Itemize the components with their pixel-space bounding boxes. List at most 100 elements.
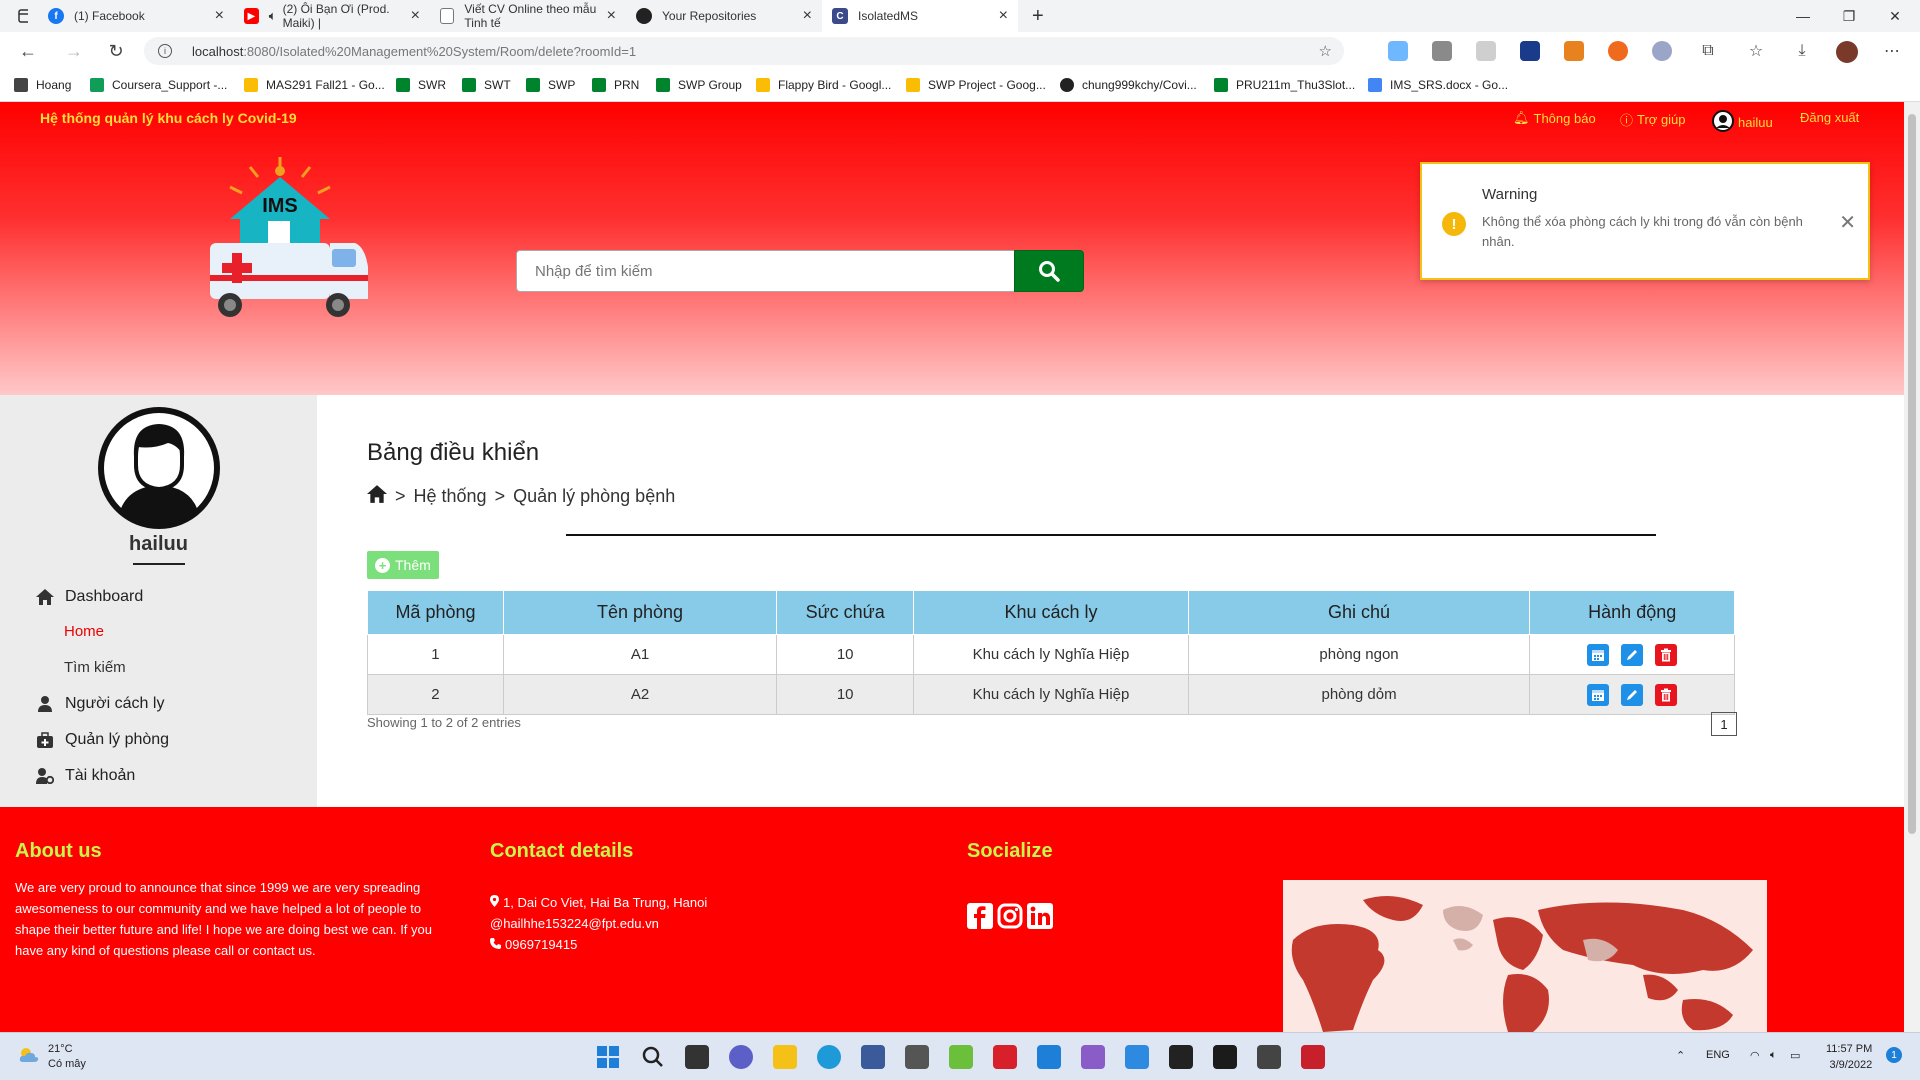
tab-youtube[interactable]: ▶ 🔈︎ (2) Ôi Bạn Ơi (Prod. Maiki) | × [234, 0, 430, 32]
restore-icon[interactable]: ❐ [1826, 0, 1872, 32]
scrollbar-thumb[interactable] [1908, 114, 1916, 834]
notification-badge[interactable]: 1 [1886, 1047, 1902, 1063]
wifi-icon[interactable]: ◠ [1750, 1049, 1760, 1062]
minimize-icon[interactable]: — [1780, 0, 1826, 32]
extension-icon[interactable] [1476, 41, 1496, 61]
profile-avatar[interactable] [1836, 41, 1858, 63]
app-icon[interactable] [949, 1045, 973, 1069]
extension-icon[interactable] [1608, 41, 1628, 61]
pycharm-icon[interactable] [1213, 1045, 1237, 1069]
bookmark-item[interactable]: Flappy Bird - Googl... [756, 78, 891, 92]
help-link[interactable]: ⓘ Trợ giúp [1620, 110, 1686, 129]
close-icon[interactable]: × [803, 7, 812, 25]
pagination-page[interactable]: 1 [1711, 712, 1737, 736]
rider-icon[interactable] [1301, 1045, 1325, 1069]
logout-link[interactable]: Đăng xuất [1800, 110, 1859, 125]
calendar-icon[interactable] [1587, 643, 1610, 666]
sticky-notes-icon[interactable] [1169, 1045, 1193, 1069]
info-icon[interactable]: i [158, 44, 172, 58]
extension-icon[interactable] [1388, 41, 1408, 61]
breadcrumb-item[interactable]: Hệ thống [414, 486, 487, 507]
tray-chevron-icon[interactable]: ⌃ [1676, 1049, 1685, 1062]
window-close-icon[interactable]: ✕ [1872, 0, 1918, 32]
extensions-puzzle-icon[interactable]: ⧉ [1696, 39, 1720, 63]
column-header[interactable]: Khu cách ly [913, 590, 1189, 635]
world-map[interactable] [1283, 880, 1767, 1032]
add-room-button[interactable]: + Thêm [367, 551, 439, 579]
extension-icon[interactable] [1432, 41, 1452, 61]
task-view-icon[interactable] [685, 1045, 709, 1069]
calendar-icon[interactable] [1587, 683, 1610, 706]
edit-pencil-icon[interactable] [1621, 683, 1644, 706]
windows-start-icon[interactable] [596, 1045, 620, 1069]
downloads-icon[interactable]: ⤓ [1790, 39, 1814, 63]
sidebar-item-patients[interactable]: Người cách ly [35, 695, 164, 713]
language-indicator[interactable]: ENG [1706, 1049, 1730, 1061]
file-explorer-icon[interactable] [773, 1045, 797, 1069]
bookmark-item[interactable]: SWP Project - Goog... [906, 78, 1046, 92]
ruby-icon[interactable] [993, 1045, 1017, 1069]
todo-check-icon[interactable] [1125, 1045, 1149, 1069]
edit-pencil-icon[interactable] [1621, 643, 1644, 666]
close-icon[interactable]: × [411, 7, 420, 25]
tab-facebook[interactable]: f (1) Facebook × [38, 0, 234, 32]
instagram-icon[interactable] [997, 903, 1023, 929]
column-header[interactable]: Tên phòng [502, 590, 778, 635]
bookmark-item[interactable]: SWP Group [656, 78, 742, 92]
sidebar-item-dashboard[interactable]: Dashboard [35, 588, 143, 606]
site-brand[interactable]: Hệ thống quản lý khu cách ly Covid-19 [40, 110, 297, 126]
notifications-link[interactable]: 🔔︎ Thông báo [1513, 110, 1596, 126]
home-icon[interactable] [367, 485, 387, 508]
extension-icon[interactable] [1652, 41, 1672, 61]
sidebar-item-search[interactable]: Tìm kiếm [64, 659, 126, 676]
column-header[interactable]: Sức chứa [776, 590, 915, 635]
bookmark-item[interactable]: SWT [462, 78, 511, 92]
security-shield-icon[interactable] [861, 1045, 885, 1069]
edge-browser-icon[interactable] [817, 1045, 841, 1069]
close-icon[interactable]: × [215, 7, 224, 25]
tab-isolatedms[interactable]: C IsolatedMS × [822, 0, 1018, 32]
metamask-icon[interactable] [1564, 41, 1584, 61]
unity-icon[interactable] [905, 1045, 929, 1069]
teams-chat-icon[interactable] [729, 1045, 753, 1069]
search-input[interactable] [516, 250, 1014, 292]
speaker-icon[interactable]: 🔈︎ [269, 8, 277, 24]
page-scrollbar[interactable] [1904, 102, 1920, 1032]
facebook-icon[interactable] [967, 903, 993, 929]
bookmark-item[interactable]: MAS291 Fall21 - Go... [244, 78, 385, 92]
tab-cv[interactable]: Viết CV Online theo mẫu Tinh tế × [430, 0, 626, 32]
bookmark-item[interactable]: Coursera_Support -... [90, 78, 227, 92]
url-field[interactable]: i localhost:8080/Isolated%20Management%2… [144, 37, 1344, 65]
forward-icon[interactable]: → [62, 39, 86, 63]
search-icon[interactable] [641, 1045, 665, 1069]
vscode-icon[interactable] [1037, 1045, 1061, 1069]
sidebar-item-rooms[interactable]: Quản lý phòng [35, 731, 169, 749]
bookmark-item[interactable]: SWR [396, 78, 446, 92]
new-tab-icon[interactable]: + [1022, 0, 1052, 32]
visual-studio-icon[interactable] [1081, 1045, 1105, 1069]
bookmark-item[interactable]: PRN [592, 78, 639, 92]
volume-icon[interactable]: 🔈︎ [1770, 1049, 1777, 1062]
bookmark-item[interactable]: PRU211m_Thu3Slot... [1214, 78, 1355, 92]
more-menu-icon[interactable]: ⋯ [1880, 39, 1904, 63]
bookmark-item[interactable]: Hoang [14, 78, 71, 92]
favorite-star-icon[interactable]: ☆ [1319, 42, 1332, 60]
sidebar-item-home[interactable]: Home [64, 623, 104, 640]
bookmark-item[interactable]: chung999kchy/Covi... [1060, 78, 1197, 92]
bookmark-item[interactable]: SWP [526, 78, 575, 92]
close-icon[interactable]: × [999, 7, 1008, 25]
tab-actions-icon[interactable] [8, 0, 38, 32]
column-header[interactable]: Mã phòng [367, 590, 504, 635]
weather-widget[interactable]: 21°C Có mây [18, 1042, 86, 1072]
contact-phone[interactable]: 0969719415 [490, 937, 577, 952]
close-icon[interactable]: ✕ [1839, 210, 1856, 235]
search-button[interactable] [1014, 250, 1084, 292]
collections-icon[interactable]: ☆ [1744, 39, 1768, 63]
bookmark-item[interactable]: IMS_SRS.docx - Go... [1368, 78, 1508, 92]
column-header[interactable]: Ghi chú [1187, 590, 1531, 635]
breadcrumb-item[interactable]: Quản lý phòng bệnh [513, 486, 675, 507]
contact-email[interactable]: @hailhhe153224@fpt.edu.vn [490, 916, 659, 931]
trash-icon[interactable] [1655, 683, 1678, 706]
back-icon[interactable]: ← [16, 39, 40, 63]
unity-hub-icon[interactable] [1257, 1045, 1281, 1069]
